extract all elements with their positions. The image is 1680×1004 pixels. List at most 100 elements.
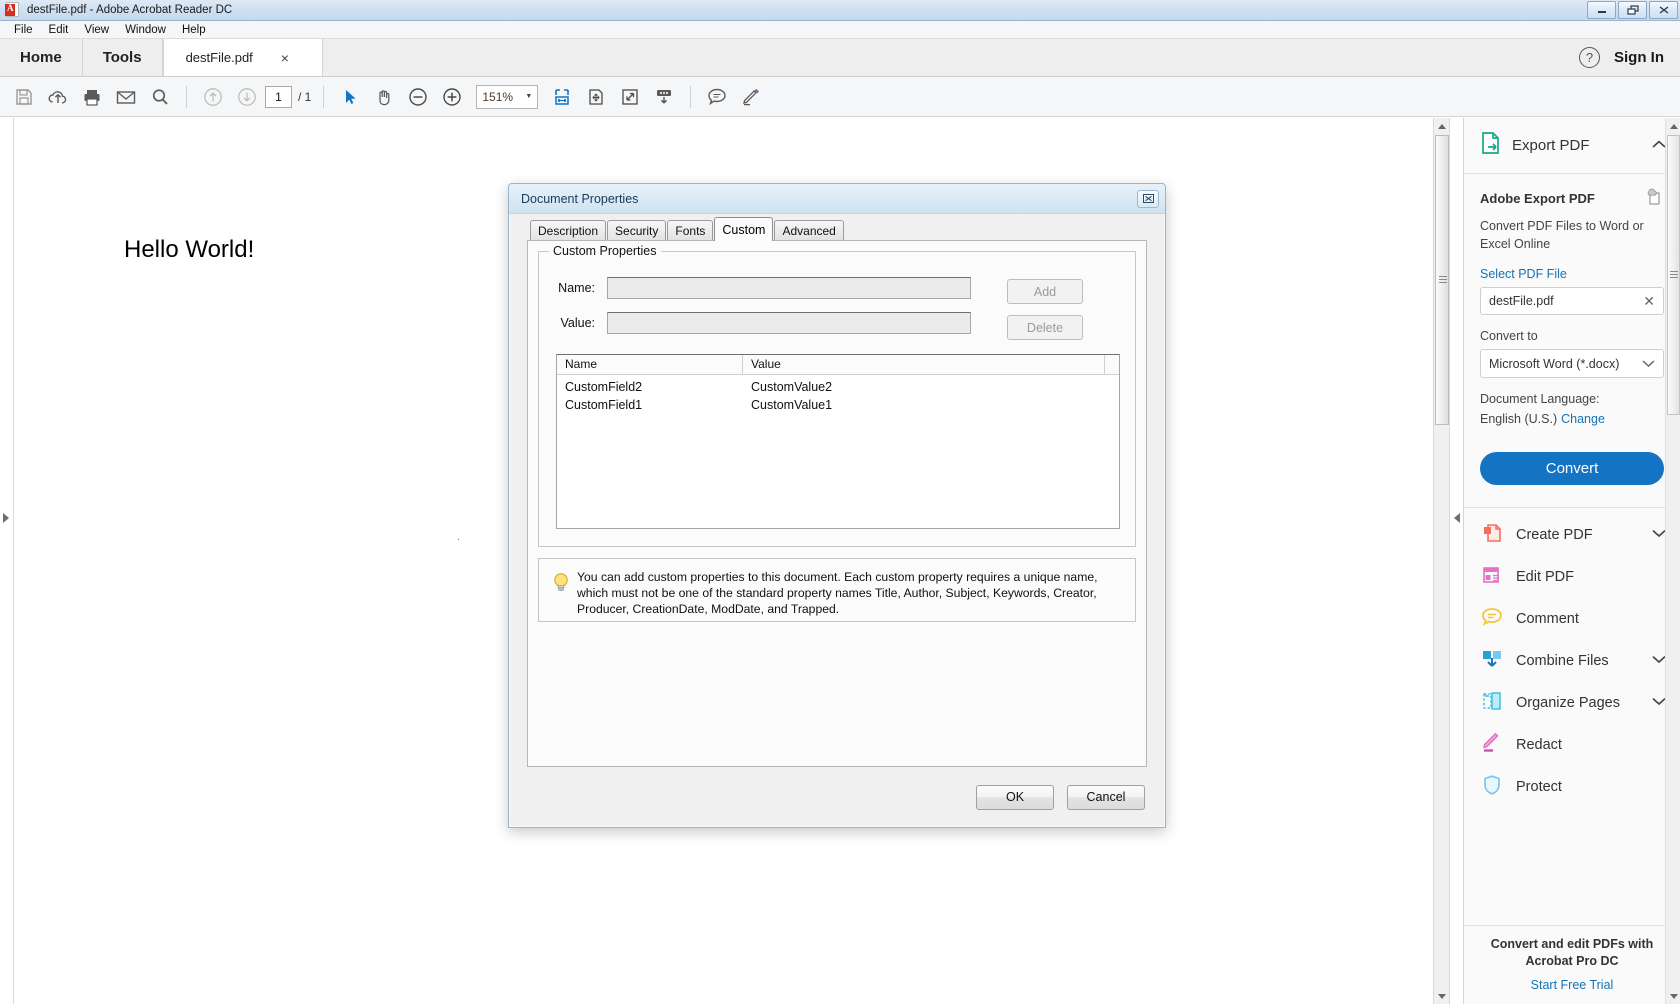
convert-to-label: Convert to	[1480, 329, 1664, 343]
tab-fonts[interactable]: Fonts	[667, 220, 713, 240]
arrow-down-circle-icon[interactable]	[231, 82, 263, 112]
menu-window[interactable]: Window	[117, 23, 174, 37]
arrow-up-circle-icon[interactable]	[197, 82, 229, 112]
adobe-export-pdf-brand: Adobe Export PDF	[1480, 188, 1664, 209]
page-total-label: / 1	[298, 90, 311, 104]
panel-scroll-up-button[interactable]	[1666, 118, 1680, 134]
page-number-input[interactable]: 1	[265, 86, 292, 108]
select-pdf-file-link[interactable]: Select PDF File	[1480, 267, 1664, 281]
chevron-down-icon[interactable]	[1652, 697, 1666, 709]
value-field-row: Value:	[539, 312, 971, 334]
scroll-mode-icon[interactable]	[648, 82, 680, 112]
table-row[interactable]: CustomField1 CustomValue1	[557, 396, 1119, 414]
tab-document[interactable]: destFile.pdf ×	[163, 39, 323, 76]
tool-redact[interactable]: Redact	[1464, 724, 1680, 766]
document-scrollbar[interactable]	[1433, 118, 1449, 1004]
delete-button[interactable]: Delete	[1007, 315, 1083, 340]
menu-view[interactable]: View	[76, 23, 117, 37]
cloud-upload-icon[interactable]	[42, 82, 74, 112]
tool-create-pdf[interactable]: Create PDF	[1464, 514, 1680, 556]
comment-bubble-icon[interactable]	[701, 82, 733, 112]
panel-scroll-down-button[interactable]	[1666, 988, 1680, 1004]
document-properties-dialog: Document Properties Description Security…	[508, 183, 1166, 828]
cancel-button[interactable]: Cancel	[1067, 785, 1145, 810]
save-disk-icon[interactable]	[8, 82, 40, 112]
fit-width-icon[interactable]	[546, 82, 578, 112]
menu-help[interactable]: Help	[174, 23, 214, 37]
zoom-level-select[interactable]: 151% ▼	[476, 85, 538, 109]
selected-file-row[interactable]: destFile.pdf ✕	[1480, 287, 1664, 315]
export-pdf-header[interactable]: Export PDF	[1464, 118, 1680, 174]
dialog-close-button[interactable]	[1137, 190, 1159, 208]
tool-organize-pages[interactable]: Organize Pages	[1464, 682, 1680, 724]
tab-description[interactable]: Description	[530, 220, 606, 240]
fullscreen-icon[interactable]	[614, 82, 646, 112]
start-free-trial-link[interactable]: Start Free Trial	[1480, 978, 1664, 992]
column-header-value[interactable]: Value	[743, 355, 1105, 374]
hand-tool-icon[interactable]	[368, 82, 400, 112]
tools-panel-scroll-content: Export PDF Adobe Export PDF Convert PDF …	[1464, 118, 1680, 925]
restore-button[interactable]	[1618, 1, 1647, 19]
help-icon[interactable]: ?	[1579, 47, 1600, 68]
table-row[interactable]: CustomField2 CustomValue2	[557, 378, 1119, 396]
tool-comment[interactable]: Comment	[1464, 598, 1680, 640]
name-input[interactable]	[607, 277, 971, 299]
scroll-thumb[interactable]	[1435, 135, 1449, 425]
dialog-footer: OK Cancel	[509, 767, 1165, 827]
menu-file[interactable]: File	[6, 23, 41, 37]
group-title: Custom Properties	[549, 244, 661, 258]
chevron-down-icon[interactable]	[1652, 655, 1666, 667]
column-header-pad	[1105, 355, 1119, 374]
close-icon[interactable]: ×	[281, 50, 289, 66]
zoom-out-icon[interactable]	[402, 82, 434, 112]
scroll-up-button[interactable]	[1434, 118, 1450, 134]
sign-in-button[interactable]: Sign In	[1614, 49, 1664, 66]
search-icon[interactable]	[144, 82, 176, 112]
clear-file-icon[interactable]: ✕	[1643, 293, 1655, 310]
left-panel-toggle[interactable]	[0, 118, 14, 1004]
value-input[interactable]	[607, 312, 971, 334]
table-header: Name Value	[557, 355, 1119, 375]
tab-tools[interactable]: Tools	[83, 39, 163, 76]
tools-list: Create PDF Edit PDF Comment	[1464, 508, 1680, 808]
chevron-up-icon[interactable]	[1652, 140, 1666, 152]
zoom-in-icon[interactable]	[436, 82, 468, 112]
tool-protect[interactable]: Protect	[1464, 766, 1680, 808]
menu-edit[interactable]: Edit	[41, 23, 77, 37]
chevron-down-icon[interactable]	[1652, 529, 1666, 541]
panel-scroll-thumb[interactable]	[1667, 135, 1680, 415]
comment-icon	[1480, 605, 1504, 634]
chevron-down-icon	[1642, 355, 1655, 373]
right-panel-toggle[interactable]	[1449, 118, 1463, 1004]
tab-security[interactable]: Security	[607, 220, 666, 240]
printer-icon[interactable]	[76, 82, 108, 112]
add-button[interactable]: Add	[1007, 279, 1083, 304]
cell-value: CustomValue1	[743, 398, 1119, 412]
tab-advanced[interactable]: Advanced	[774, 220, 843, 240]
tool-label: Create PDF	[1516, 527, 1640, 543]
tab-home[interactable]: Home	[0, 39, 83, 76]
convert-to-select[interactable]: Microsoft Word (*.docx)	[1480, 349, 1664, 378]
scroll-down-button[interactable]	[1434, 988, 1450, 1004]
convert-button[interactable]: Convert	[1480, 452, 1664, 485]
change-language-link[interactable]: Change	[1561, 412, 1605, 426]
highlight-pen-icon[interactable]	[735, 82, 767, 112]
fit-page-icon[interactable]	[580, 82, 612, 112]
panel-scrollbar[interactable]	[1665, 118, 1680, 1004]
cursor-arrow-icon[interactable]	[334, 82, 366, 112]
brand-title: Adobe Export PDF	[1480, 191, 1595, 206]
tabstrip-spacer	[323, 39, 1579, 76]
ok-button[interactable]: OK	[976, 785, 1054, 810]
convert-to-value: Microsoft Word (*.docx)	[1489, 357, 1619, 371]
tool-combine-files[interactable]: Combine Files	[1464, 640, 1680, 682]
close-button[interactable]	[1649, 1, 1678, 19]
minimize-button[interactable]	[1587, 1, 1616, 19]
lightbulb-icon	[551, 569, 577, 600]
create-pdf-icon	[1480, 521, 1504, 550]
tool-edit-pdf[interactable]: Edit PDF	[1464, 556, 1680, 598]
envelope-icon[interactable]	[110, 82, 142, 112]
column-header-name[interactable]: Name	[557, 355, 743, 374]
custom-properties-table[interactable]: Name Value CustomField2 CustomValue2 Cus…	[556, 354, 1120, 529]
tab-custom[interactable]: Custom	[714, 217, 773, 241]
tool-label: Combine Files	[1516, 653, 1640, 669]
